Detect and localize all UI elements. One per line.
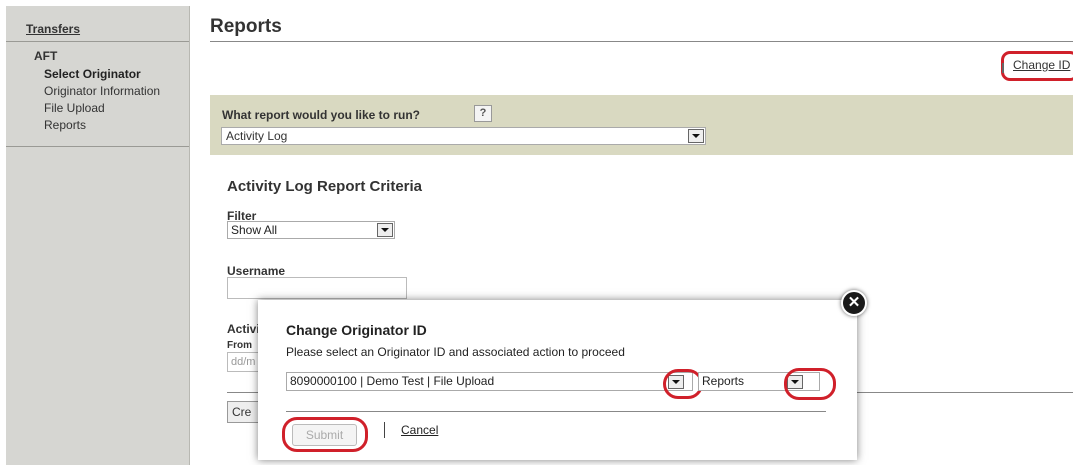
originator-dropdown-highlight bbox=[663, 369, 703, 399]
create-report-label: Cre bbox=[232, 405, 252, 419]
close-icon[interactable]: ✕ bbox=[841, 290, 867, 316]
chevron-down-icon[interactable] bbox=[688, 129, 704, 143]
sidebar-divider bbox=[6, 146, 189, 147]
report-question-label: What report would you like to run? bbox=[222, 108, 420, 122]
sidebar-item-select-originator[interactable]: Select Originator bbox=[44, 67, 141, 81]
title-divider bbox=[210, 41, 1073, 42]
sidebar: Transfers AFT Select Originator Originat… bbox=[6, 6, 190, 465]
chevron-down-icon[interactable] bbox=[377, 223, 393, 237]
dialog-description: Please select an Originator ID and assoc… bbox=[286, 345, 625, 359]
report-type-select[interactable]: Activity Log bbox=[221, 127, 706, 145]
sidebar-item-reports[interactable]: Reports bbox=[44, 118, 86, 132]
originator-id-value: 8090000100 | Demo Test | File Upload bbox=[290, 374, 495, 388]
help-icon[interactable]: ? bbox=[474, 105, 492, 122]
sidebar-title-transfers[interactable]: Transfers bbox=[26, 22, 80, 36]
report-type-value: Activity Log bbox=[226, 129, 288, 143]
app-frame: Transfers AFT Select Originator Originat… bbox=[6, 6, 1073, 465]
dialog-divider bbox=[286, 411, 826, 412]
filter-select[interactable]: Show All bbox=[227, 221, 395, 239]
change-id-highlight: Change ID bbox=[1001, 51, 1073, 81]
action-value: Reports bbox=[702, 374, 745, 388]
filter-value: Show All bbox=[231, 223, 278, 237]
criteria-title: Activity Log Report Criteria bbox=[227, 178, 423, 195]
activity-date-label: Activi bbox=[227, 322, 260, 336]
action-dropdown-highlight bbox=[784, 368, 836, 400]
action-separator bbox=[384, 422, 385, 438]
change-id-tick bbox=[1002, 63, 1004, 73]
submit-highlight bbox=[282, 417, 368, 452]
page-title: Reports bbox=[210, 16, 282, 37]
username-input[interactable] bbox=[227, 277, 407, 299]
from-date-placeholder: dd/m bbox=[231, 356, 256, 368]
originator-id-select[interactable]: 8090000100 | Demo Test | File Upload bbox=[286, 372, 693, 391]
cancel-link[interactable]: Cancel bbox=[401, 423, 438, 437]
sidebar-item-file-upload[interactable]: File Upload bbox=[44, 101, 105, 115]
dialog-title: Change Originator ID bbox=[286, 322, 427, 338]
username-label: Username bbox=[227, 264, 286, 278]
change-id-link[interactable]: Change ID bbox=[1013, 58, 1070, 72]
sidebar-divider bbox=[6, 41, 189, 42]
report-question-panel: What report would you like to run? ? Act… bbox=[210, 95, 1073, 155]
sidebar-item-originator-information[interactable]: Originator Information bbox=[44, 84, 160, 98]
sidebar-section-aft: AFT bbox=[34, 49, 58, 63]
from-date-label: From bbox=[227, 340, 252, 351]
change-originator-dialog: Change Originator ID Please select an Or… bbox=[258, 300, 857, 460]
